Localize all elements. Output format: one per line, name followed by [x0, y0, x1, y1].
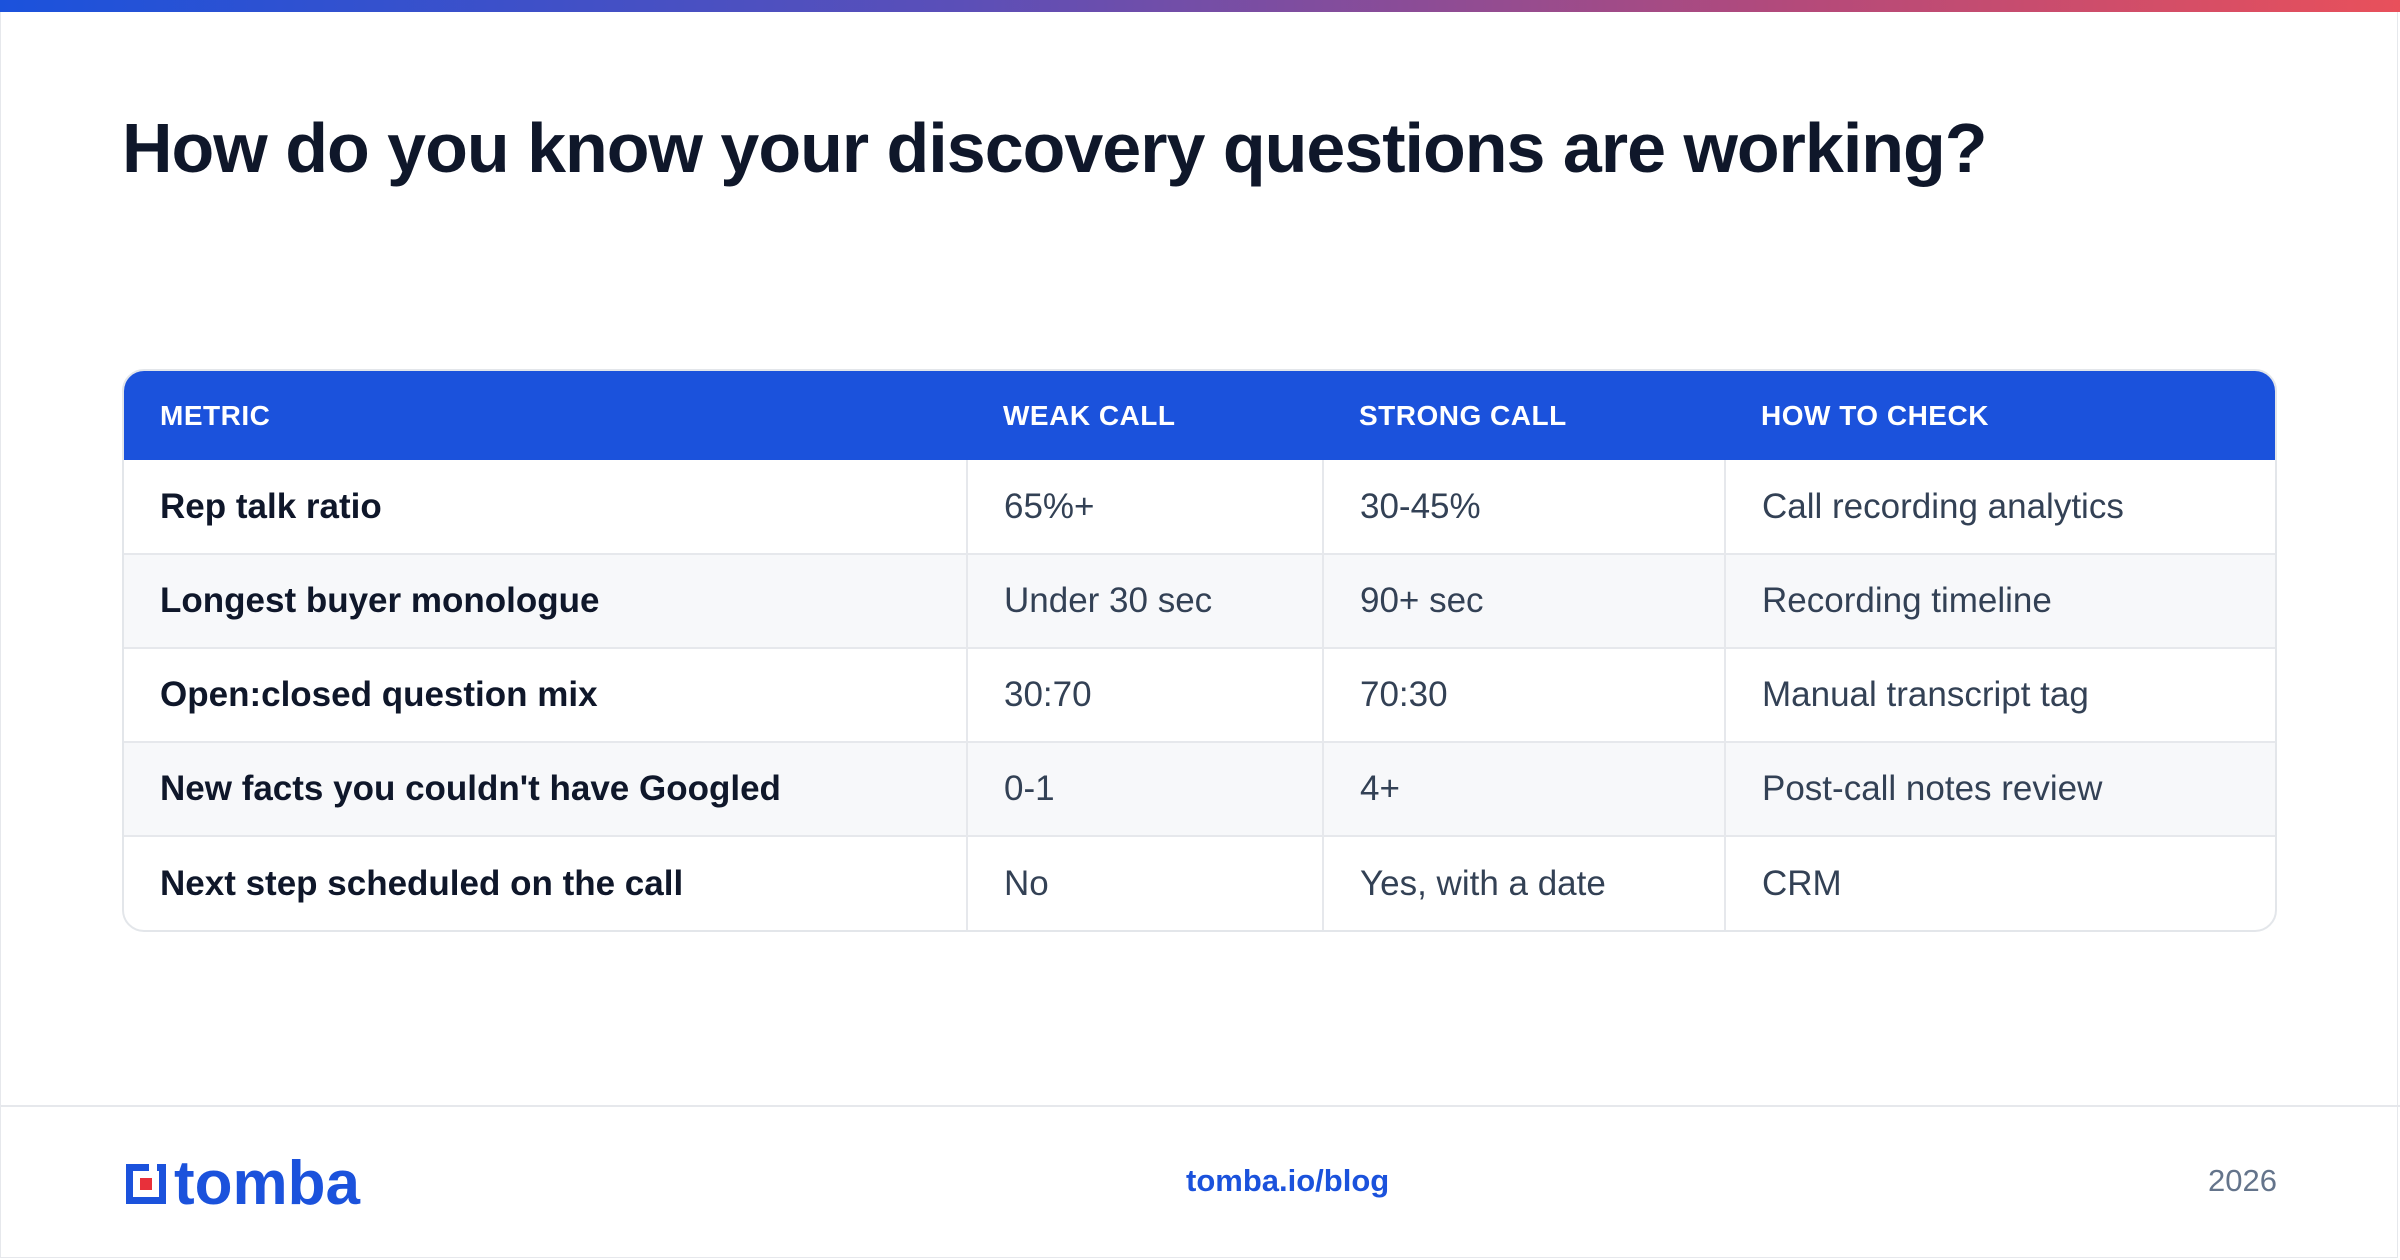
table-row: New facts you couldn't have Googled 0-1 …: [124, 741, 2275, 836]
weak-call-cell: 30:70: [966, 647, 1323, 742]
table-row: Longest buyer monologue Under 30 sec 90+…: [124, 553, 2275, 648]
tomba-logo[interactable]: tomba: [122, 1149, 360, 1218]
table-row: Next step scheduled on the call No Yes, …: [124, 835, 2275, 930]
strong-call-cell: 90+ sec: [1322, 553, 1725, 648]
weak-call-cell: 0-1: [966, 741, 1323, 836]
weak-call-cell: Under 30 sec: [966, 553, 1323, 648]
metric-cell: Open:closed question mix: [124, 647, 967, 742]
metric-cell: Rep talk ratio: [160, 486, 382, 526]
header-strong-call: STRONG CALL: [1359, 399, 1567, 431]
header-metric: METRIC: [160, 399, 271, 431]
table-row: Rep talk ratio 65%+ 30-45% Call recordin…: [124, 460, 2275, 554]
how-to-check-cell: Post-call notes review: [1724, 741, 2275, 836]
page-title: How do you know your discovery questions…: [122, 109, 1988, 187]
table-header-row: METRIC WEAK CALL STRONG CALL HOW TO CHEC…: [124, 371, 2275, 460]
header-how-to-check: HOW TO CHECK: [1761, 399, 1989, 431]
strong-call-cell: 30-45%: [1322, 460, 1725, 554]
metric-cell: Longest buyer monologue: [124, 553, 967, 648]
top-gradient-bar: [0, 0, 2400, 12]
weak-call-cell: No: [966, 835, 1323, 930]
blog-link[interactable]: tomba.io/blog: [1186, 1163, 1389, 1199]
how-to-check-cell: Call recording analytics: [1724, 460, 2275, 554]
table-row: Open:closed question mix 30:70 70:30 Man…: [124, 647, 2275, 742]
metric-cell: Next step scheduled on the call: [124, 835, 967, 930]
logo-wordmark: tomba: [174, 1149, 360, 1218]
footer-year: 2026: [2208, 1163, 2277, 1198]
how-to-check-cell: CRM: [1724, 835, 2275, 930]
metric-cell: New facts you couldn't have Googled: [124, 741, 967, 836]
header-weak-call: WEAK CALL: [1003, 399, 1176, 431]
tomba-logo-icon: [126, 1164, 166, 1204]
how-to-check-cell: Manual transcript tag: [1724, 647, 2275, 742]
strong-call-cell: 70:30: [1322, 647, 1725, 742]
metrics-table: METRIC WEAK CALL STRONG CALL HOW TO CHEC…: [122, 369, 2277, 932]
strong-call-cell: 4+: [1322, 741, 1725, 836]
strong-call-cell: Yes, with a date: [1322, 835, 1725, 930]
weak-call-cell: 65%+: [966, 460, 1323, 554]
how-to-check-cell: Recording timeline: [1724, 553, 2275, 648]
